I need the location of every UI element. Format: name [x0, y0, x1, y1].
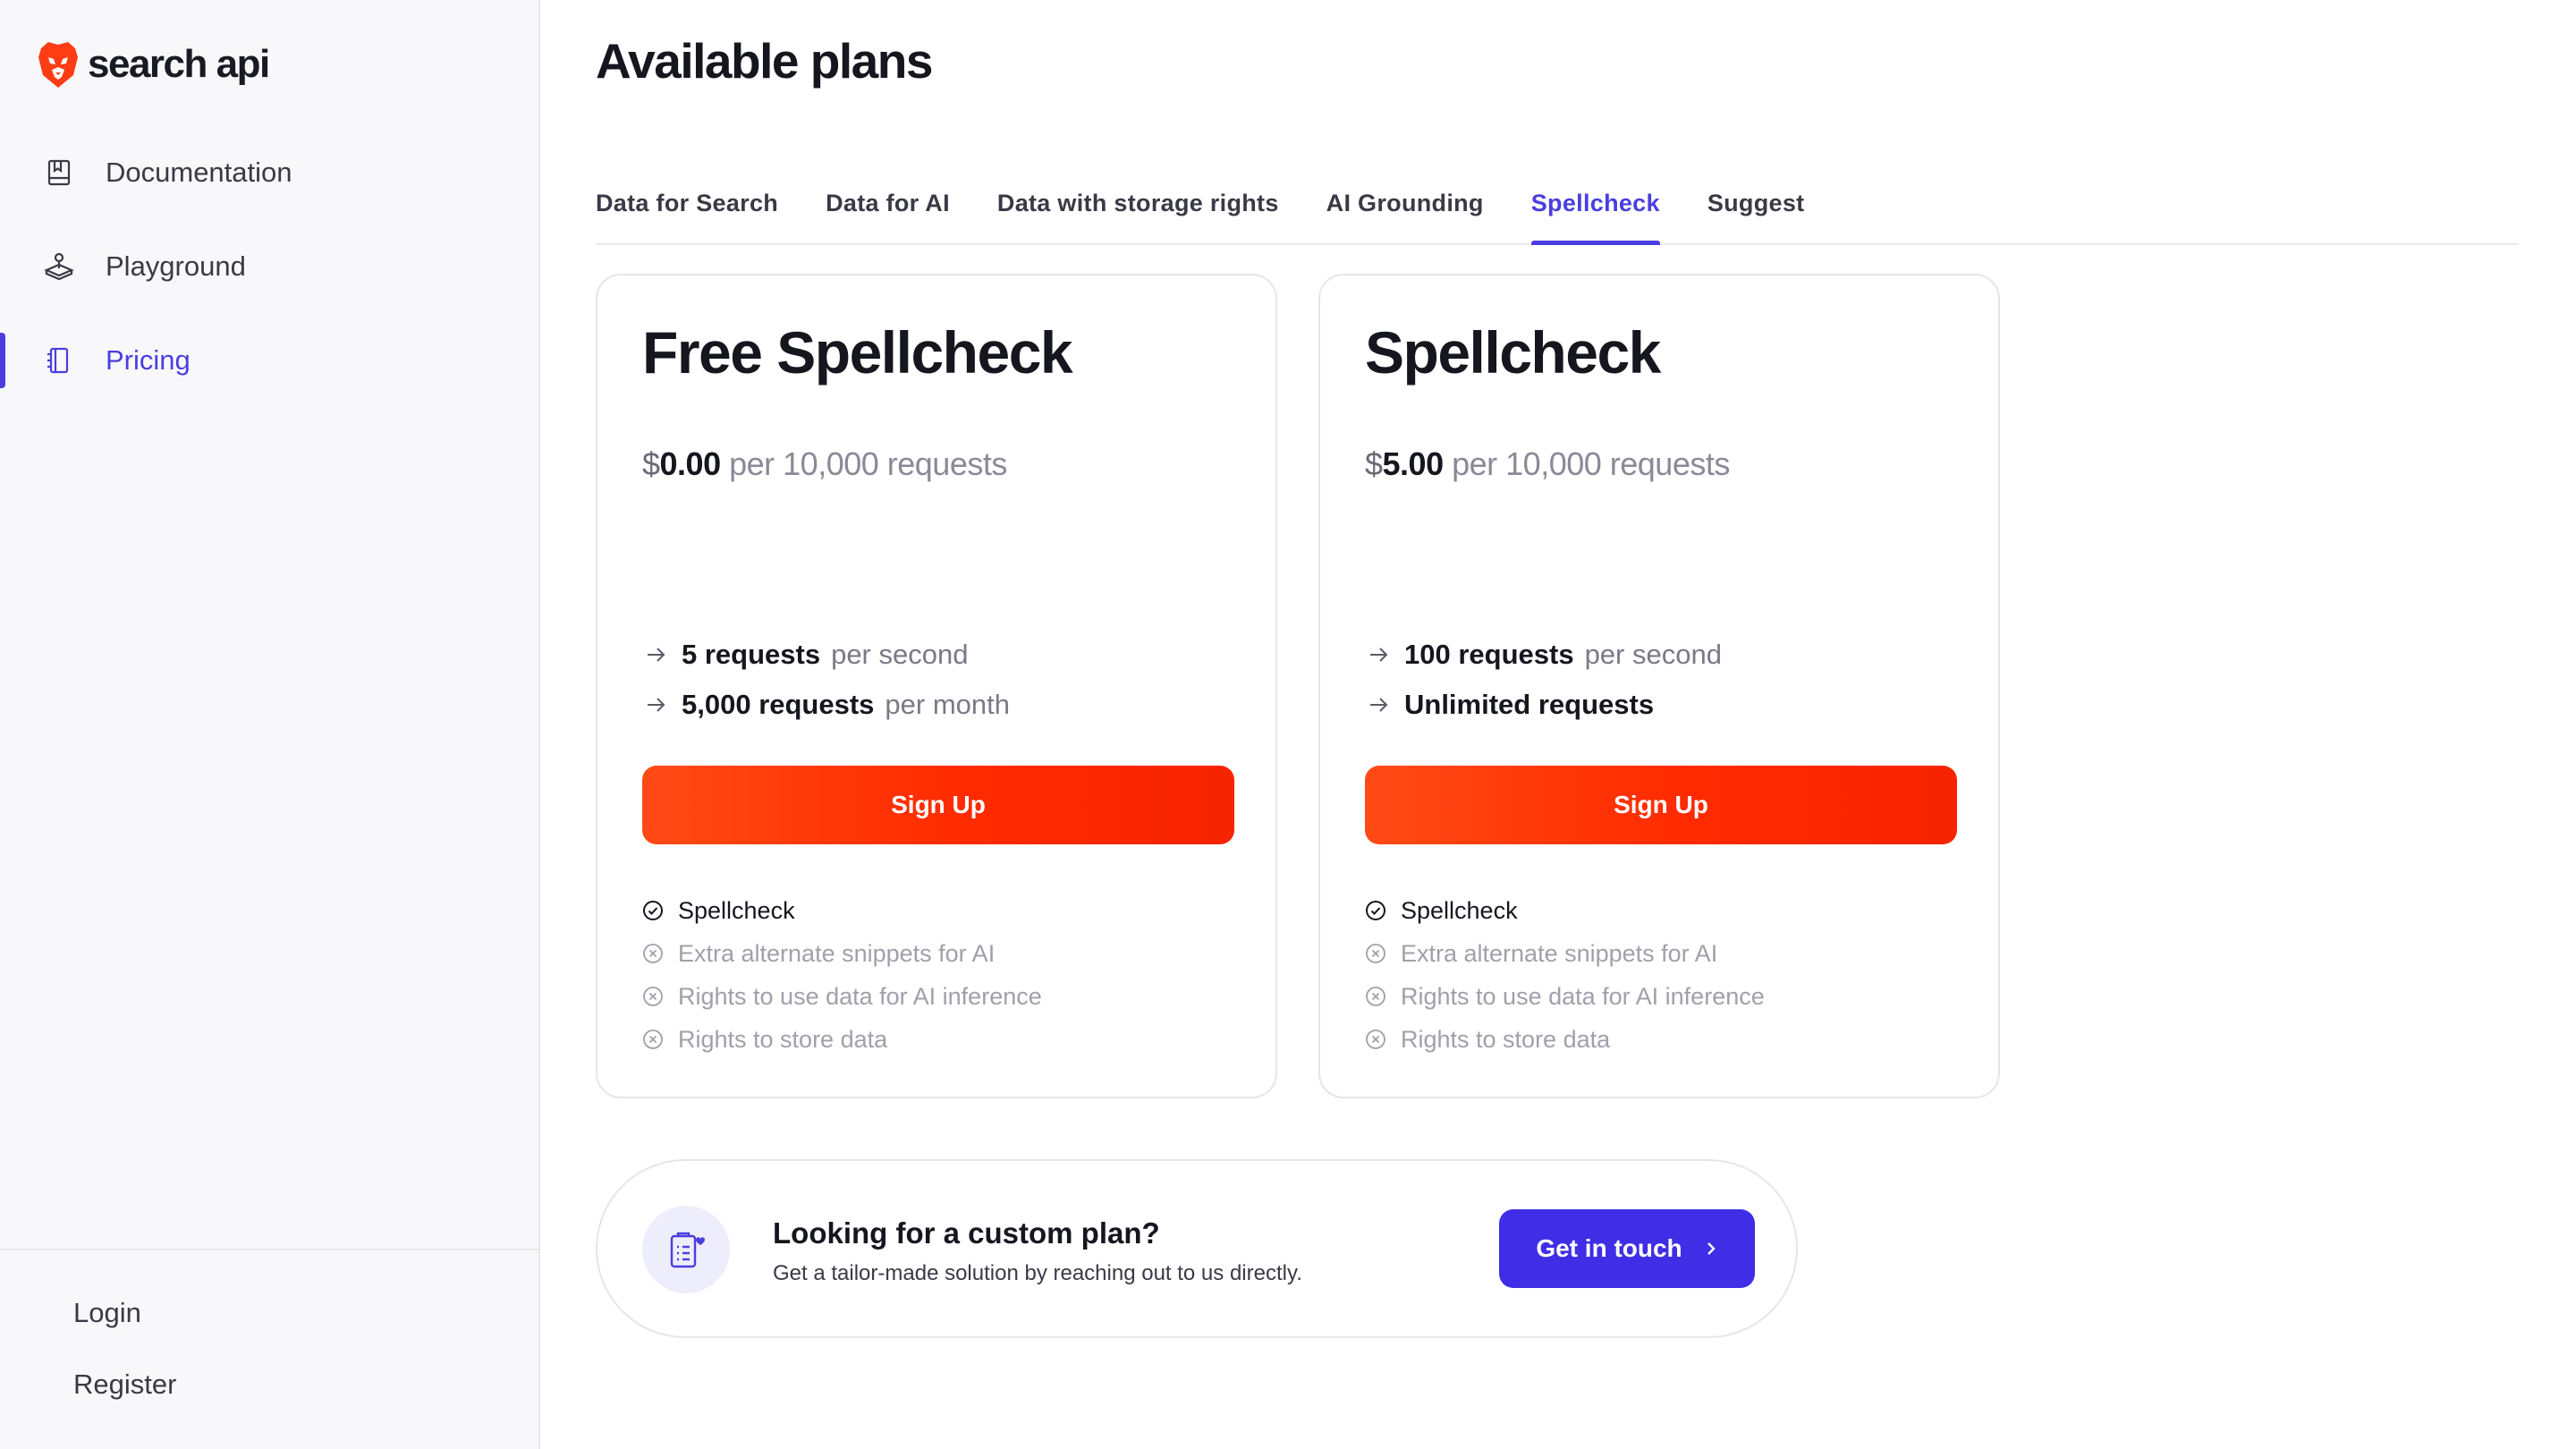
tab-data-for-search[interactable]: Data for Search [596, 175, 778, 243]
custom-plan-subtitle: Get a tailor-made solution by reaching o… [773, 1261, 1302, 1285]
plan-limits: 100 requests per second Unlimited reques… [1365, 630, 1722, 730]
plan-card-spellcheck: Spellcheck $5.00 per 10,000 requests 100… [1318, 274, 2000, 1098]
plan-price: $0.00 per 10,000 requests [642, 445, 1007, 483]
limit-item: 100 requests per second [1365, 630, 1722, 680]
feature-label: Spellcheck [1401, 896, 1518, 924]
custom-plan-title: Looking for a custom plan? [773, 1216, 1160, 1250]
main-content: Available plans Data for Search Data for… [596, 0, 2519, 1449]
feature-item: Spellcheck [1365, 889, 1765, 932]
get-in-touch-label: Get in touch [1536, 1234, 1682, 1262]
get-in-touch-button[interactable]: Get in touch [1499, 1209, 1755, 1288]
tab-data-with-storage-rights[interactable]: Data with storage rights [997, 175, 1279, 243]
feature-item: Rights to store data [1365, 1018, 1765, 1061]
plan-feature-list: Spellcheck Extra alternate snippets for … [1365, 889, 1765, 1061]
plan-limits: 5 requests per second 5,000 requests per… [642, 630, 1010, 730]
sidebar-item-label: Playground [106, 250, 246, 282]
x-circle-icon [643, 987, 663, 1006]
x-circle-icon [1366, 987, 1385, 1006]
feature-item: Extra alternate snippets for AI [642, 932, 1042, 975]
feature-label: Rights to use data for AI inference [1401, 982, 1765, 1010]
price-amount: 0.00 [659, 445, 722, 482]
tab-spellcheck[interactable]: Spellcheck [1530, 175, 1660, 245]
feature-item: Rights to use data for AI inference [1365, 975, 1765, 1018]
arrow-right-icon [648, 698, 665, 712]
limit-value: 5,000 requests [682, 689, 875, 720]
price-unit: per 10,000 requests [1452, 445, 1730, 482]
app: search api Documentation Playground Pric… [0, 0, 2576, 1449]
sidebar-auth: Login Register [0, 1249, 540, 1420]
chevron-right-icon [1707, 1242, 1716, 1255]
joystick-icon [43, 250, 75, 283]
sidebar-item-documentation[interactable]: Documentation [0, 125, 540, 219]
sidebar-item-label: Documentation [106, 156, 292, 188]
sidebar-item-label: Pricing [106, 343, 191, 376]
plan-feature-list: Spellcheck Extra alternate snippets for … [642, 889, 1042, 1061]
page-title: Available plans [596, 33, 933, 89]
x-circle-icon [1366, 1030, 1385, 1049]
limit-period: per second [831, 639, 969, 670]
check-circle-icon [643, 901, 663, 920]
notebook-icon [43, 344, 75, 377]
x-circle-icon [1366, 944, 1385, 963]
brand-name: search api [88, 42, 270, 86]
x-circle-icon [643, 944, 663, 963]
clipboard-heart-icon [642, 1206, 730, 1293]
limit-item: Unlimited requests [1365, 680, 1722, 730]
feature-item: Spellcheck [642, 889, 1042, 932]
arrow-right-icon [1370, 698, 1388, 712]
feature-item: Extra alternate snippets for AI [1365, 932, 1765, 975]
limit-item: 5,000 requests per month [642, 680, 1010, 730]
plan-card-free-spellcheck: Free Spellcheck $0.00 per 10,000 request… [596, 274, 1277, 1098]
sidebar-item-playground[interactable]: Playground [0, 219, 540, 313]
limit-period: per month [885, 689, 1010, 720]
limit-value: 100 requests [1404, 639, 1574, 670]
limit-period: per second [1584, 639, 1722, 670]
book-icon [43, 157, 75, 189]
limit-value: Unlimited requests [1404, 689, 1655, 720]
feature-label: Rights to use data for AI inference [678, 982, 1042, 1010]
sidebar-nav: Documentation Playground Pricing [0, 125, 540, 407]
price-amount: 5.00 [1382, 445, 1445, 482]
check-circle-icon [1366, 901, 1385, 920]
login-link[interactable]: Login [0, 1277, 540, 1349]
lion-logo-icon [38, 42, 78, 88]
price-currency: $ [642, 445, 660, 482]
tab-data-for-ai[interactable]: Data for AI [826, 175, 950, 243]
arrow-right-icon [648, 648, 665, 662]
plan-price: $5.00 per 10,000 requests [1365, 445, 1730, 483]
tab-suggest[interactable]: Suggest [1707, 175, 1805, 243]
price-currency: $ [1365, 445, 1383, 482]
feature-label: Extra alternate snippets for AI [1401, 939, 1718, 967]
feature-label: Extra alternate snippets for AI [678, 939, 996, 967]
feature-label: Rights to store data [1401, 1025, 1611, 1053]
limit-value: 5 requests [682, 639, 821, 670]
limit-item: 5 requests per second [642, 630, 1010, 680]
sidebar-item-pricing[interactable]: Pricing [0, 313, 540, 407]
feature-item: Rights to use data for AI inference [642, 975, 1042, 1018]
plan-tabs: Data for Search Data for AI Data with st… [596, 175, 2519, 245]
logo[interactable]: search api [36, 39, 270, 89]
x-circle-icon [643, 1030, 663, 1049]
plan-title: Free Spellcheck [642, 319, 1073, 386]
sidebar: search api Documentation Playground Pric… [0, 0, 540, 1449]
feature-item: Rights to store data [642, 1018, 1042, 1061]
feature-label: Spellcheck [678, 896, 795, 924]
price-unit: per 10,000 requests [729, 445, 1007, 482]
custom-plan-banner: Looking for a custom plan? Get a tailor-… [596, 1159, 1798, 1338]
plan-title: Spellcheck [1365, 319, 1661, 386]
arrow-right-icon [1370, 648, 1388, 662]
sign-up-button[interactable]: Sign Up [642, 766, 1234, 844]
sign-up-button[interactable]: Sign Up [1365, 766, 1957, 844]
feature-label: Rights to store data [678, 1025, 888, 1053]
register-link[interactable]: Register [0, 1349, 540, 1420]
tab-ai-grounding[interactable]: AI Grounding [1326, 175, 1484, 243]
